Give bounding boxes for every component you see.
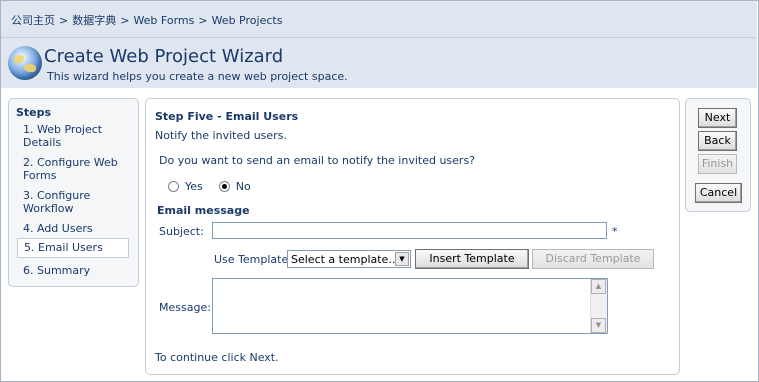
wizard-title: Create Web Project Wizard — [44, 46, 284, 67]
finish-button: Finish — [698, 154, 737, 174]
step-item-web-project-details: 1. Web Project Details — [23, 123, 103, 149]
subject-input[interactable] — [212, 222, 607, 239]
step-item-add-users: 4. Add Users — [23, 222, 93, 235]
template-select-value: Select a template... — [291, 253, 399, 266]
nav-panel: Next Back Finish Cancel — [685, 98, 751, 212]
next-button[interactable]: Next — [698, 108, 737, 128]
cancel-button[interactable]: Cancel — [695, 183, 742, 203]
header: 公司主页 > 数据字典 > Web Forms > Web Projects Create … — [1, 1, 757, 88]
steps-panel: Steps 1. Web Project Details 2. Configur… — [8, 98, 139, 287]
scroll-down-icon[interactable]: ▼ — [591, 318, 606, 333]
breadcrumb-item-home[interactable]: 公司主页 — [11, 14, 55, 27]
back-button[interactable]: Back — [698, 131, 737, 151]
wizard-subtitle: This wizard helps you create a new web p… — [47, 70, 348, 83]
template-select[interactable]: Select a template... ▼ — [287, 250, 411, 268]
breadcrumb-item-web-projects[interactable]: Web Projects — [212, 14, 283, 27]
notify-question: Do you want to send an email to notify t… — [159, 154, 476, 167]
subject-label: Subject: — [159, 225, 204, 238]
no-radio[interactable] — [218, 181, 230, 192]
email-message-heading: Email message — [157, 204, 250, 217]
step-description: Notify the invited users. — [155, 129, 287, 142]
breadcrumb-item-data-dictionary[interactable]: 数据字典 — [72, 14, 116, 27]
yes-radio[interactable] — [168, 181, 179, 192]
required-marker: * — [612, 225, 618, 238]
discard-template-button: Discard Template — [532, 249, 654, 269]
wizard-titlebar: Create Web Project Wizard This wizard he… — [1, 37, 757, 88]
chevron-down-icon[interactable]: ▼ — [395, 252, 409, 266]
breadcrumb-item-web-forms[interactable]: Web Forms — [133, 14, 194, 27]
use-template-label: Use Template: — [214, 253, 292, 266]
insert-template-button[interactable]: Insert Template — [415, 249, 529, 269]
continue-hint: To continue click Next. — [155, 351, 279, 364]
message-scrollbar[interactable]: ▲ ▼ — [590, 279, 607, 333]
step-item-summary: 6. Summary — [23, 264, 91, 277]
main-panel: Step Five - Email Users Notify the invit… — [145, 98, 680, 375]
yes-radio-label: Yes — [185, 180, 203, 193]
breadcrumb: 公司主页 > 数据字典 > Web Forms > Web Projects — [11, 12, 282, 28]
notify-radio-group: Yes No — [168, 180, 267, 193]
breadcrumb-separator: > — [198, 14, 208, 27]
no-radio-label: No — [235, 180, 251, 193]
breadcrumb-separator: > — [120, 14, 130, 27]
message-textarea[interactable]: ▲ ▼ — [212, 278, 608, 334]
breadcrumb-separator: > — [59, 14, 69, 27]
step-heading: Step Five - Email Users — [155, 110, 299, 123]
steps-title: Steps — [16, 106, 52, 119]
message-label: Message: — [159, 301, 211, 314]
step-item-email-users: 5. Email Users — [17, 238, 129, 258]
scroll-up-icon[interactable]: ▲ — [591, 279, 606, 294]
step-item-configure-workflow: 3. Configure Workflow — [23, 189, 91, 215]
globe-icon — [8, 46, 42, 80]
step-item-configure-web-forms: 2. Configure Web Forms — [23, 156, 118, 182]
